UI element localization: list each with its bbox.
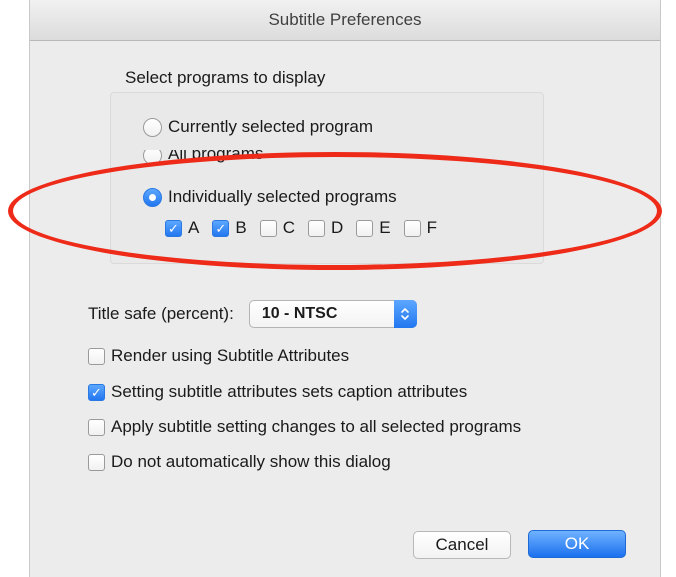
program-label: C — [282, 218, 295, 237]
checkbox[interactable] — [356, 219, 374, 237]
option-render-using-subtitle-attributes[interactable]: Render using Subtitle Attributes — [88, 345, 349, 367]
checkmark-icon: ✓ — [168, 220, 179, 236]
radio-label: Currently selected program — [168, 117, 374, 136]
checkbox[interactable] — [259, 219, 277, 237]
program-label: B — [235, 218, 247, 237]
title-safe-label: Title safe (percent): — [88, 304, 234, 323]
option-label: Setting subtitle attributes sets caption… — [111, 382, 468, 401]
subtitle-preferences-dialog: Subtitle Preferences Select programs to … — [30, 0, 660, 577]
display-group-label: Select programs to display — [125, 68, 326, 87]
ok-button[interactable]: OK — [528, 530, 626, 558]
checkbox[interactable]: ✓ — [88, 383, 105, 401]
title-safe-value: 10 - NTSC — [261, 305, 338, 322]
title-bar[interactable]: Subtitle Preferences — [30, 0, 660, 41]
program-checkbox-a[interactable]: ✓ A — [165, 218, 199, 238]
option-setting-subtitle-attributes[interactable]: ✓ Setting subtitle attributes sets capti… — [88, 381, 467, 403]
radio-button[interactable] — [143, 150, 162, 164]
checkbox[interactable] — [88, 347, 105, 365]
option-apply-to-all-selected-programs[interactable]: Apply subtitle setting changes to all se… — [88, 416, 521, 438]
program-label: F — [426, 218, 437, 237]
program-checkbox-d[interactable]: D — [307, 218, 344, 238]
program-checkbox-b[interactable]: ✓ B — [212, 218, 247, 238]
program-label: A — [188, 218, 200, 237]
window-title: Subtitle Preferences — [268, 10, 422, 29]
up-down-chevron-icon — [393, 300, 417, 328]
checkbox[interactable] — [403, 219, 421, 237]
checkbox[interactable]: ✓ — [165, 219, 182, 237]
checkbox[interactable] — [88, 418, 105, 436]
program-checkbox-e[interactable]: E — [356, 218, 391, 238]
radio-individually-selected-programs[interactable]: Individually selected programs — [143, 185, 397, 209]
program-checkbox-f[interactable]: F — [403, 218, 437, 238]
radio-currently-selected-program[interactable]: Currently selected program — [143, 115, 373, 139]
cancel-button[interactable]: Cancel — [413, 531, 511, 559]
option-label: Do not automatically show this dialog — [111, 452, 391, 471]
program-label: E — [379, 218, 391, 237]
program-label: D — [330, 218, 344, 237]
checkbox[interactable]: ✓ — [212, 219, 230, 237]
radio-all-programs[interactable]: All programs — [143, 150, 263, 164]
option-do-not-auto-show-dialog[interactable]: Do not automatically show this dialog — [88, 451, 391, 473]
title-safe-row: Title safe (percent): 10 - NTSC — [88, 300, 417, 328]
radio-button-selected[interactable] — [143, 187, 162, 207]
checkmark-icon: ✓ — [215, 220, 227, 236]
checkbox[interactable] — [307, 219, 325, 237]
checkmark-icon: ✓ — [91, 384, 102, 400]
checkbox[interactable] — [88, 453, 105, 471]
option-label: Render using Subtitle Attributes — [111, 346, 350, 365]
radio-button[interactable] — [143, 117, 162, 137]
radio-label: All programs — [168, 150, 264, 163]
program-checkbox-c[interactable]: C — [259, 218, 295, 238]
program-checkbox-row: ✓ A ✓ B C D E F — [165, 217, 450, 239]
radio-label: Individually selected programs — [168, 187, 397, 206]
title-safe-popup[interactable]: 10 - NTSC — [248, 300, 417, 328]
option-label: Apply subtitle setting changes to all se… — [111, 417, 522, 436]
